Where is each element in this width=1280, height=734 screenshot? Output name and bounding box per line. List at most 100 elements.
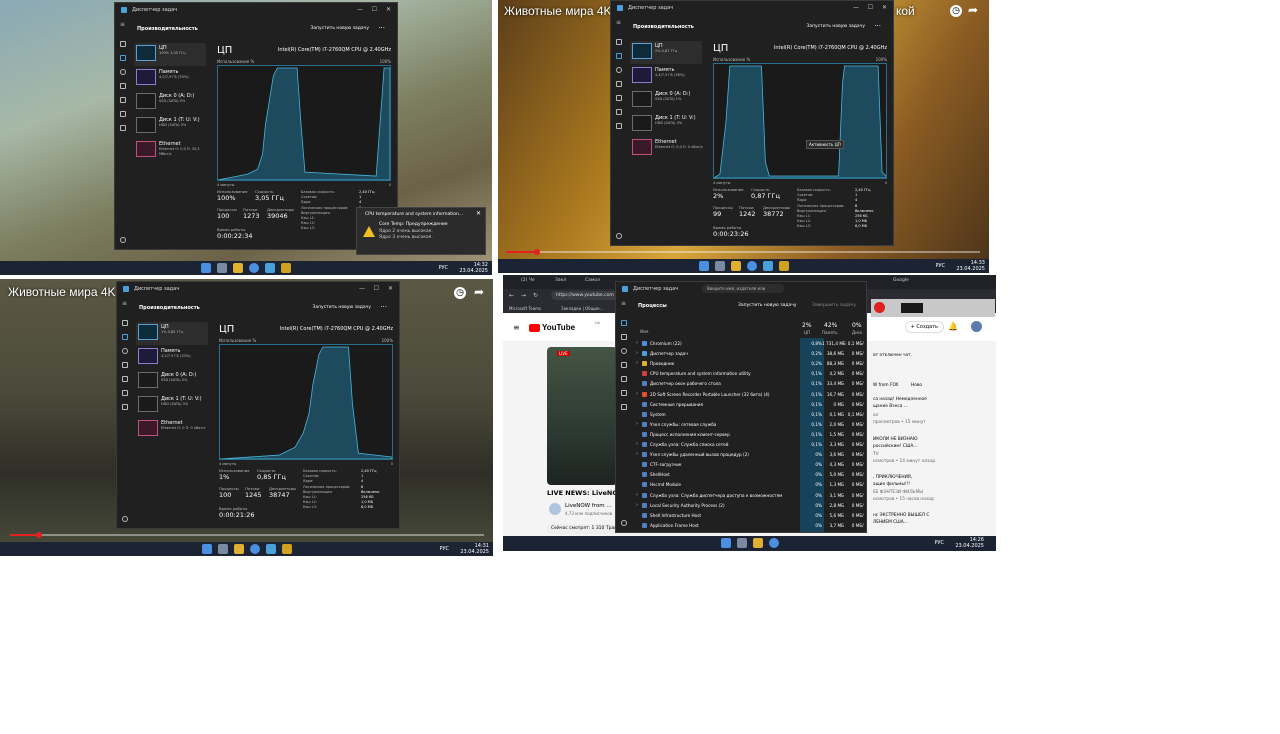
details-nav-icon[interactable]: [616, 109, 622, 115]
services-nav-icon[interactable]: [621, 404, 627, 410]
expand-chevron-icon[interactable]: ›: [636, 350, 638, 356]
more-options-button[interactable]: ···: [378, 24, 385, 32]
app-icon[interactable]: [778, 261, 789, 271]
processes-nav-icon[interactable]: [122, 320, 128, 326]
resource-cpu[interactable]: ЦП 1% 0,85 ГГц: [136, 322, 208, 345]
process-row[interactable]: › Chromium (22) 0,8%1 731,4 МБ0,1 МБ/с: [632, 338, 864, 348]
start-icon[interactable]: [201, 544, 212, 554]
share-icon[interactable]: ➦: [968, 3, 978, 17]
services-nav-icon[interactable]: [120, 125, 126, 131]
expand-chevron-icon[interactable]: ›: [636, 441, 638, 447]
more-options-button[interactable]: ···: [380, 303, 387, 311]
channel-avatar[interactable]: [549, 503, 561, 515]
performance-nav-icon[interactable]: [621, 334, 627, 340]
task-view-icon[interactable]: [714, 261, 725, 271]
language-indicator[interactable]: РУС: [438, 265, 448, 271]
suggested-title[interactable]: ИКОЛИ НЕ ВИЗНАЮ: [873, 437, 918, 442]
performance-nav-icon[interactable]: [120, 55, 126, 61]
users-nav-icon[interactable]: [621, 376, 627, 382]
resource-cpu[interactable]: ЦП 2% 0,87 ГГц: [630, 41, 702, 64]
run-new-task-button[interactable]: Запустить новую задачу: [738, 303, 797, 308]
minimize-button[interactable]: —: [359, 285, 365, 292]
startup-nav-icon[interactable]: [621, 362, 627, 368]
app-icon[interactable]: [281, 544, 292, 554]
progress-knob[interactable]: [534, 249, 540, 255]
start-icon[interactable]: [201, 263, 211, 273]
app-history-nav-icon[interactable]: [122, 348, 128, 354]
expand-chevron-icon[interactable]: ›: [636, 391, 638, 397]
startup-nav-icon[interactable]: [122, 362, 128, 368]
task-manager-taskbar-icon[interactable]: [265, 263, 275, 273]
process-row[interactable]: › Узел службы: сетевая служба 0,1% 2,0 МБ 0 …: [632, 419, 864, 429]
run-new-task-button[interactable]: Запустить новую задачу: [310, 26, 369, 31]
language-indicator[interactable]: РУС: [439, 546, 449, 552]
process-row[interactable]: Shell Infrastructure Host 0% 5,6 МБ 0 МБ/с: [632, 510, 864, 520]
cpu-usage-graph[interactable]: Активность ЦП: [713, 63, 887, 179]
app-icon[interactable]: [281, 263, 291, 273]
resource-ethernet[interactable]: Ethernet Ethernet О: 0 П: 0 кбит/с: [136, 418, 208, 441]
back-icon[interactable]: ←: [509, 292, 514, 299]
start-icon[interactable]: [720, 538, 731, 548]
expand-chevron-icon[interactable]: ›: [636, 340, 638, 346]
hamburger-icon[interactable]: ≡: [122, 300, 128, 307]
close-button[interactable]: ✕: [882, 4, 887, 11]
expand-chevron-icon[interactable]: ›: [636, 421, 638, 427]
run-new-task-button[interactable]: Запустить новую задачу: [312, 305, 371, 310]
more-options-button[interactable]: ···: [874, 22, 881, 30]
resource-disk0[interactable]: Диск 0 (A: D:) SSD (SATA) 0%: [134, 91, 206, 114]
process-row[interactable]: Диспетчер окон рабочего стола 0,1% 33,4 МБ…: [632, 378, 864, 388]
clock[interactable]: 14:33 23.04.2025: [956, 260, 985, 272]
maximize-button[interactable]: ☐: [868, 4, 873, 11]
resource-ethernet[interactable]: Ethernet Ethernet О: 0,0 П: 0 кбит/с: [630, 137, 703, 160]
col-disk[interactable]: Диск: [852, 330, 862, 335]
process-row[interactable]: System 0,1% 0,1 МБ0,1 МБ/с: [632, 409, 864, 419]
task-manager-taskbar-icon[interactable]: [762, 261, 773, 271]
expand-chevron-icon[interactable]: ›: [636, 360, 638, 366]
suggested-title[interactable]: российским! США...: [873, 444, 917, 449]
youtube-logo-icon[interactable]: [529, 324, 540, 332]
record-button-icon[interactable]: [874, 302, 885, 313]
task-view-icon[interactable]: [217, 544, 228, 554]
hamburger-icon[interactable]: ≡: [616, 19, 622, 26]
chip[interactable]: Ново: [911, 383, 922, 388]
bell-icon[interactable]: 🔔: [948, 322, 958, 331]
col-mem[interactable]: Память: [822, 330, 838, 335]
clock[interactable]: 14:26 23.04.2025: [955, 537, 984, 549]
browser-icon[interactable]: [768, 538, 779, 548]
users-nav-icon[interactable]: [120, 97, 126, 103]
process-row[interactable]: › Узел службы удаленный вызов процедур (2…: [632, 449, 864, 459]
services-nav-icon[interactable]: [616, 123, 622, 129]
resource-disk1[interactable]: Диск 1 (T: U: V:) HDD (SATA) 0%: [136, 394, 208, 417]
bookmark[interactable]: Закладки | Общие...: [561, 306, 603, 311]
process-row[interactable]: CPU temperature and system information u…: [632, 368, 864, 378]
process-row[interactable]: Процесс исполнения клиент-сервер 0,1% 1,5 …: [632, 429, 864, 439]
resource-disk1[interactable]: Диск 1 (T: U: V:) HDD (SATA) 0%: [630, 113, 702, 136]
cpu-usage-graph[interactable]: [219, 344, 393, 460]
language-indicator[interactable]: РУС: [935, 263, 945, 269]
col-name[interactable]: Имя: [640, 329, 648, 334]
processes-nav-icon[interactable]: [621, 320, 627, 326]
browser-icon[interactable]: [249, 263, 259, 273]
settings-gear-icon[interactable]: [122, 516, 128, 522]
suggested-title[interactable]: са назад! Немедленное: [873, 397, 927, 402]
forward-icon[interactable]: →: [521, 292, 526, 299]
run-new-task-button[interactable]: Запустить новую задачу: [806, 24, 865, 29]
performance-nav-icon[interactable]: [616, 53, 622, 59]
resource-disk1[interactable]: Диск 1 (T: U: V:) HDD (SATA) 0%: [134, 115, 206, 138]
col-cpu[interactable]: ЦП: [804, 330, 810, 335]
hamburger-icon[interactable]: ≡: [621, 300, 627, 307]
process-row[interactable]: › Диспетчер задач 0,2% 38,6 МБ 0 МБ/с: [632, 348, 864, 358]
hamburger-icon[interactable]: ≡: [120, 21, 126, 28]
share-icon[interactable]: ➦: [474, 285, 484, 299]
bookmark[interactable]: Microsoft Teams: [509, 306, 541, 311]
process-row[interactable]: › 2D Soft Screen Recorder Portable Launch…: [632, 389, 864, 399]
settings-gear-icon[interactable]: [616, 233, 622, 239]
channel-name[interactable]: LiveNOW from ...: [565, 503, 612, 509]
task-view-icon[interactable]: [217, 263, 227, 273]
users-nav-icon[interactable]: [122, 376, 128, 382]
process-row[interactable]: Application Frame Host 0% 3,7 МБ 0 МБ/с: [632, 520, 864, 530]
suggested-title[interactable]: ащие фильмы!!!: [873, 482, 910, 487]
menu-icon[interactable]: ≡: [513, 323, 520, 332]
resource-memory[interactable]: Память 4,2/7,9 ГБ (53%): [134, 67, 206, 90]
process-row[interactable]: › Проводник 0,2% 88,3 МБ 0 МБ/с: [632, 358, 864, 368]
